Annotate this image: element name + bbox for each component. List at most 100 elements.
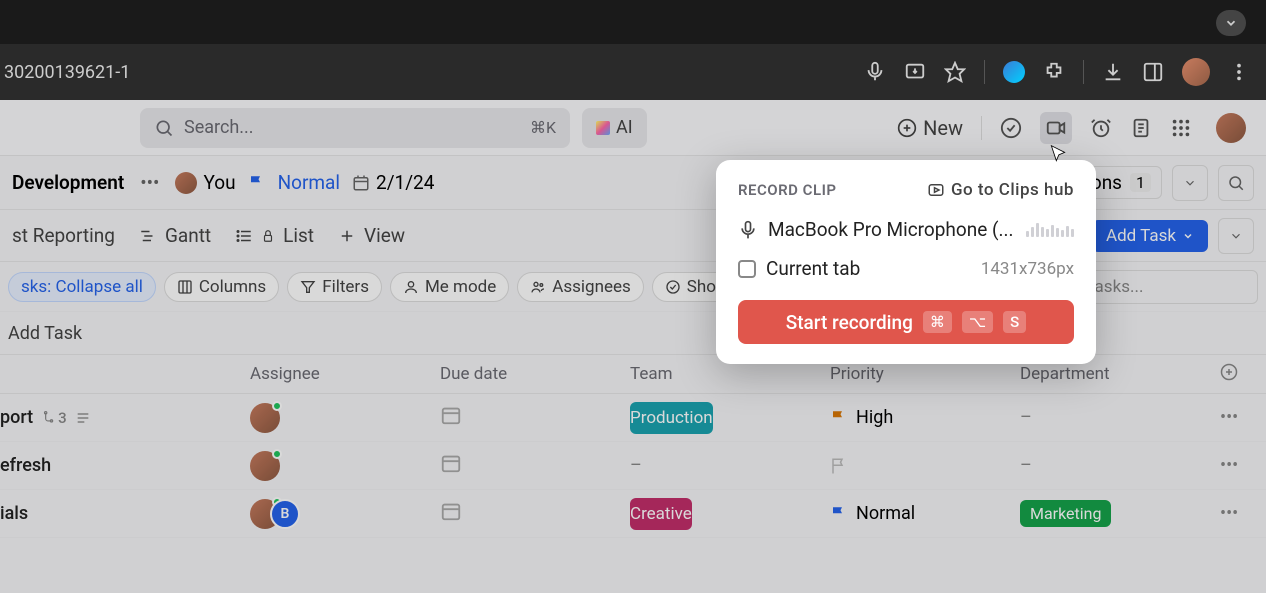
checkbox-icon[interactable] — [738, 260, 756, 278]
calendar-icon — [352, 174, 370, 192]
panel-icon[interactable] — [1142, 61, 1164, 83]
tab-label: Current tab — [766, 257, 860, 280]
breadcrumb-title[interactable]: Development — [12, 171, 124, 194]
row-more-icon[interactable]: ••• — [1220, 503, 1266, 524]
new-button[interactable]: New — [897, 116, 963, 140]
flag-empty-icon[interactable] — [830, 457, 848, 475]
shortcut-key: S — [1003, 311, 1026, 333]
filters-pill[interactable]: Filters — [287, 272, 382, 302]
volume-meter — [1026, 223, 1074, 237]
flag-icon — [830, 409, 848, 427]
assignee-avatar[interactable] — [250, 403, 280, 433]
search-shortcut: ⌘K — [530, 118, 556, 137]
row-more-icon[interactable]: ••• — [1220, 407, 1266, 428]
view-list[interactable]: List — [235, 224, 314, 247]
grid-icon[interactable] — [1170, 117, 1192, 139]
row-more-icon[interactable]: ••• — [1220, 455, 1266, 476]
ai-button[interactable]: AI — [582, 108, 647, 148]
search-button[interactable] — [1218, 165, 1254, 201]
you-label: You — [203, 171, 235, 194]
separator — [1083, 60, 1084, 84]
search-input[interactable]: Search... ⌘K — [140, 108, 570, 148]
due-date[interactable]: 2/1/24 — [352, 171, 434, 194]
flag-icon — [830, 505, 848, 523]
browser-chevron-down[interactable] — [1216, 10, 1246, 36]
install-icon[interactable] — [904, 61, 926, 83]
col-dept[interactable]: Department — [1020, 364, 1220, 384]
dept-empty[interactable]: – — [1020, 455, 1032, 476]
table-row[interactable]: efresh – – ••• — [0, 442, 1266, 490]
columns-pill[interactable]: Columns — [164, 272, 279, 302]
assignee-avatar[interactable] — [250, 451, 280, 481]
dept-empty[interactable]: – — [1020, 407, 1032, 428]
shortcut-key: ⌘ — [923, 311, 952, 333]
table-row[interactable]: port 3 Production High – ••• — [0, 394, 1266, 442]
plus-icon — [338, 227, 356, 245]
priority-value[interactable]: High — [856, 407, 893, 428]
assignee-avatar-extra[interactable]: B — [270, 499, 300, 529]
view-gantt[interactable]: Gantt — [139, 224, 211, 247]
col-due[interactable]: Due date — [440, 364, 630, 384]
collapse-all-pill[interactable]: sks: Collapse all — [8, 272, 156, 302]
table-row[interactable]: ials B Creative Normal Marketing ••• — [0, 490, 1266, 538]
assignee-you[interactable]: You — [175, 171, 235, 194]
tab-dimensions: 1431x736px — [981, 259, 1074, 279]
priority-value[interactable]: Normal — [856, 503, 915, 524]
search-icon — [154, 118, 174, 138]
video-record-button[interactable] — [1040, 112, 1072, 144]
col-team[interactable]: Team — [630, 364, 830, 384]
check-circle-icon[interactable] — [1000, 117, 1022, 139]
hub-link-label: Go to Clips hub — [951, 180, 1074, 200]
download-icon[interactable] — [1102, 61, 1124, 83]
add-task-button[interactable]: Add Task — [1092, 220, 1208, 252]
alarm-icon[interactable] — [1090, 117, 1112, 139]
add-task-inline[interactable]: Add Task — [8, 323, 82, 344]
extensions-icon[interactable] — [1043, 61, 1065, 83]
profile-avatar[interactable] — [1182, 58, 1210, 86]
breadcrumb-more-icon[interactable]: ••• — [140, 171, 159, 194]
search-tasks-input[interactable]: tasks... — [1078, 270, 1258, 304]
dropdown-button[interactable] — [1172, 165, 1208, 201]
start-recording-button[interactable]: Start recording ⌘ ⌥ S — [738, 300, 1074, 344]
task-name: efresh — [0, 455, 51, 476]
pill-label: Columns — [199, 277, 266, 297]
clips-hub-link[interactable]: Go to Clips hub — [927, 180, 1074, 200]
mic-label: MacBook Pro Microphone (... — [768, 218, 1014, 241]
tab-source-row[interactable]: Current tab 1431x736px — [738, 257, 1074, 280]
mic-icon — [738, 220, 758, 240]
priority-normal[interactable]: Normal — [278, 171, 340, 194]
calendar-empty-icon[interactable] — [440, 404, 462, 426]
flag-icon — [248, 174, 266, 192]
view-add[interactable]: View — [338, 224, 405, 247]
user-avatar[interactable] — [1216, 113, 1246, 143]
doc-icon[interactable] — [1130, 117, 1152, 139]
view-reporting[interactable]: st Reporting — [12, 224, 115, 247]
more-button[interactable] — [1218, 218, 1254, 254]
desc-icon[interactable] — [75, 410, 91, 426]
subtask-count[interactable]: 3 — [41, 409, 67, 427]
mic-source-row[interactable]: MacBook Pro Microphone (... — [738, 218, 1074, 241]
mic-icon[interactable] — [864, 61, 886, 83]
team-badge[interactable]: Production — [630, 402, 713, 434]
assignees-pill[interactable]: Assignees — [517, 272, 644, 302]
list-icon — [235, 227, 253, 245]
view-label: List — [283, 224, 314, 247]
mouse-cursor-icon — [1048, 144, 1068, 164]
columns-icon — [177, 279, 193, 295]
team-badge[interactable]: Creative — [630, 498, 692, 530]
col-priority[interactable]: Priority — [830, 364, 1020, 384]
screencast-icon[interactable] — [1003, 61, 1025, 83]
add-column-icon[interactable] — [1220, 363, 1238, 381]
pill-label: Filters — [322, 277, 369, 297]
star-icon[interactable] — [944, 61, 966, 83]
me-mode-pill[interactable]: Me mode — [390, 272, 509, 302]
col-assignee[interactable]: Assignee — [250, 364, 440, 384]
kebab-menu-icon[interactable] — [1228, 61, 1250, 83]
gantt-icon — [139, 227, 157, 245]
dept-badge[interactable]: Marketing — [1020, 500, 1111, 527]
view-label: st Reporting — [12, 224, 115, 247]
calendar-empty-icon[interactable] — [440, 452, 462, 474]
team-empty[interactable]: – — [630, 455, 642, 476]
separator — [984, 60, 985, 84]
calendar-empty-icon[interactable] — [440, 500, 462, 522]
